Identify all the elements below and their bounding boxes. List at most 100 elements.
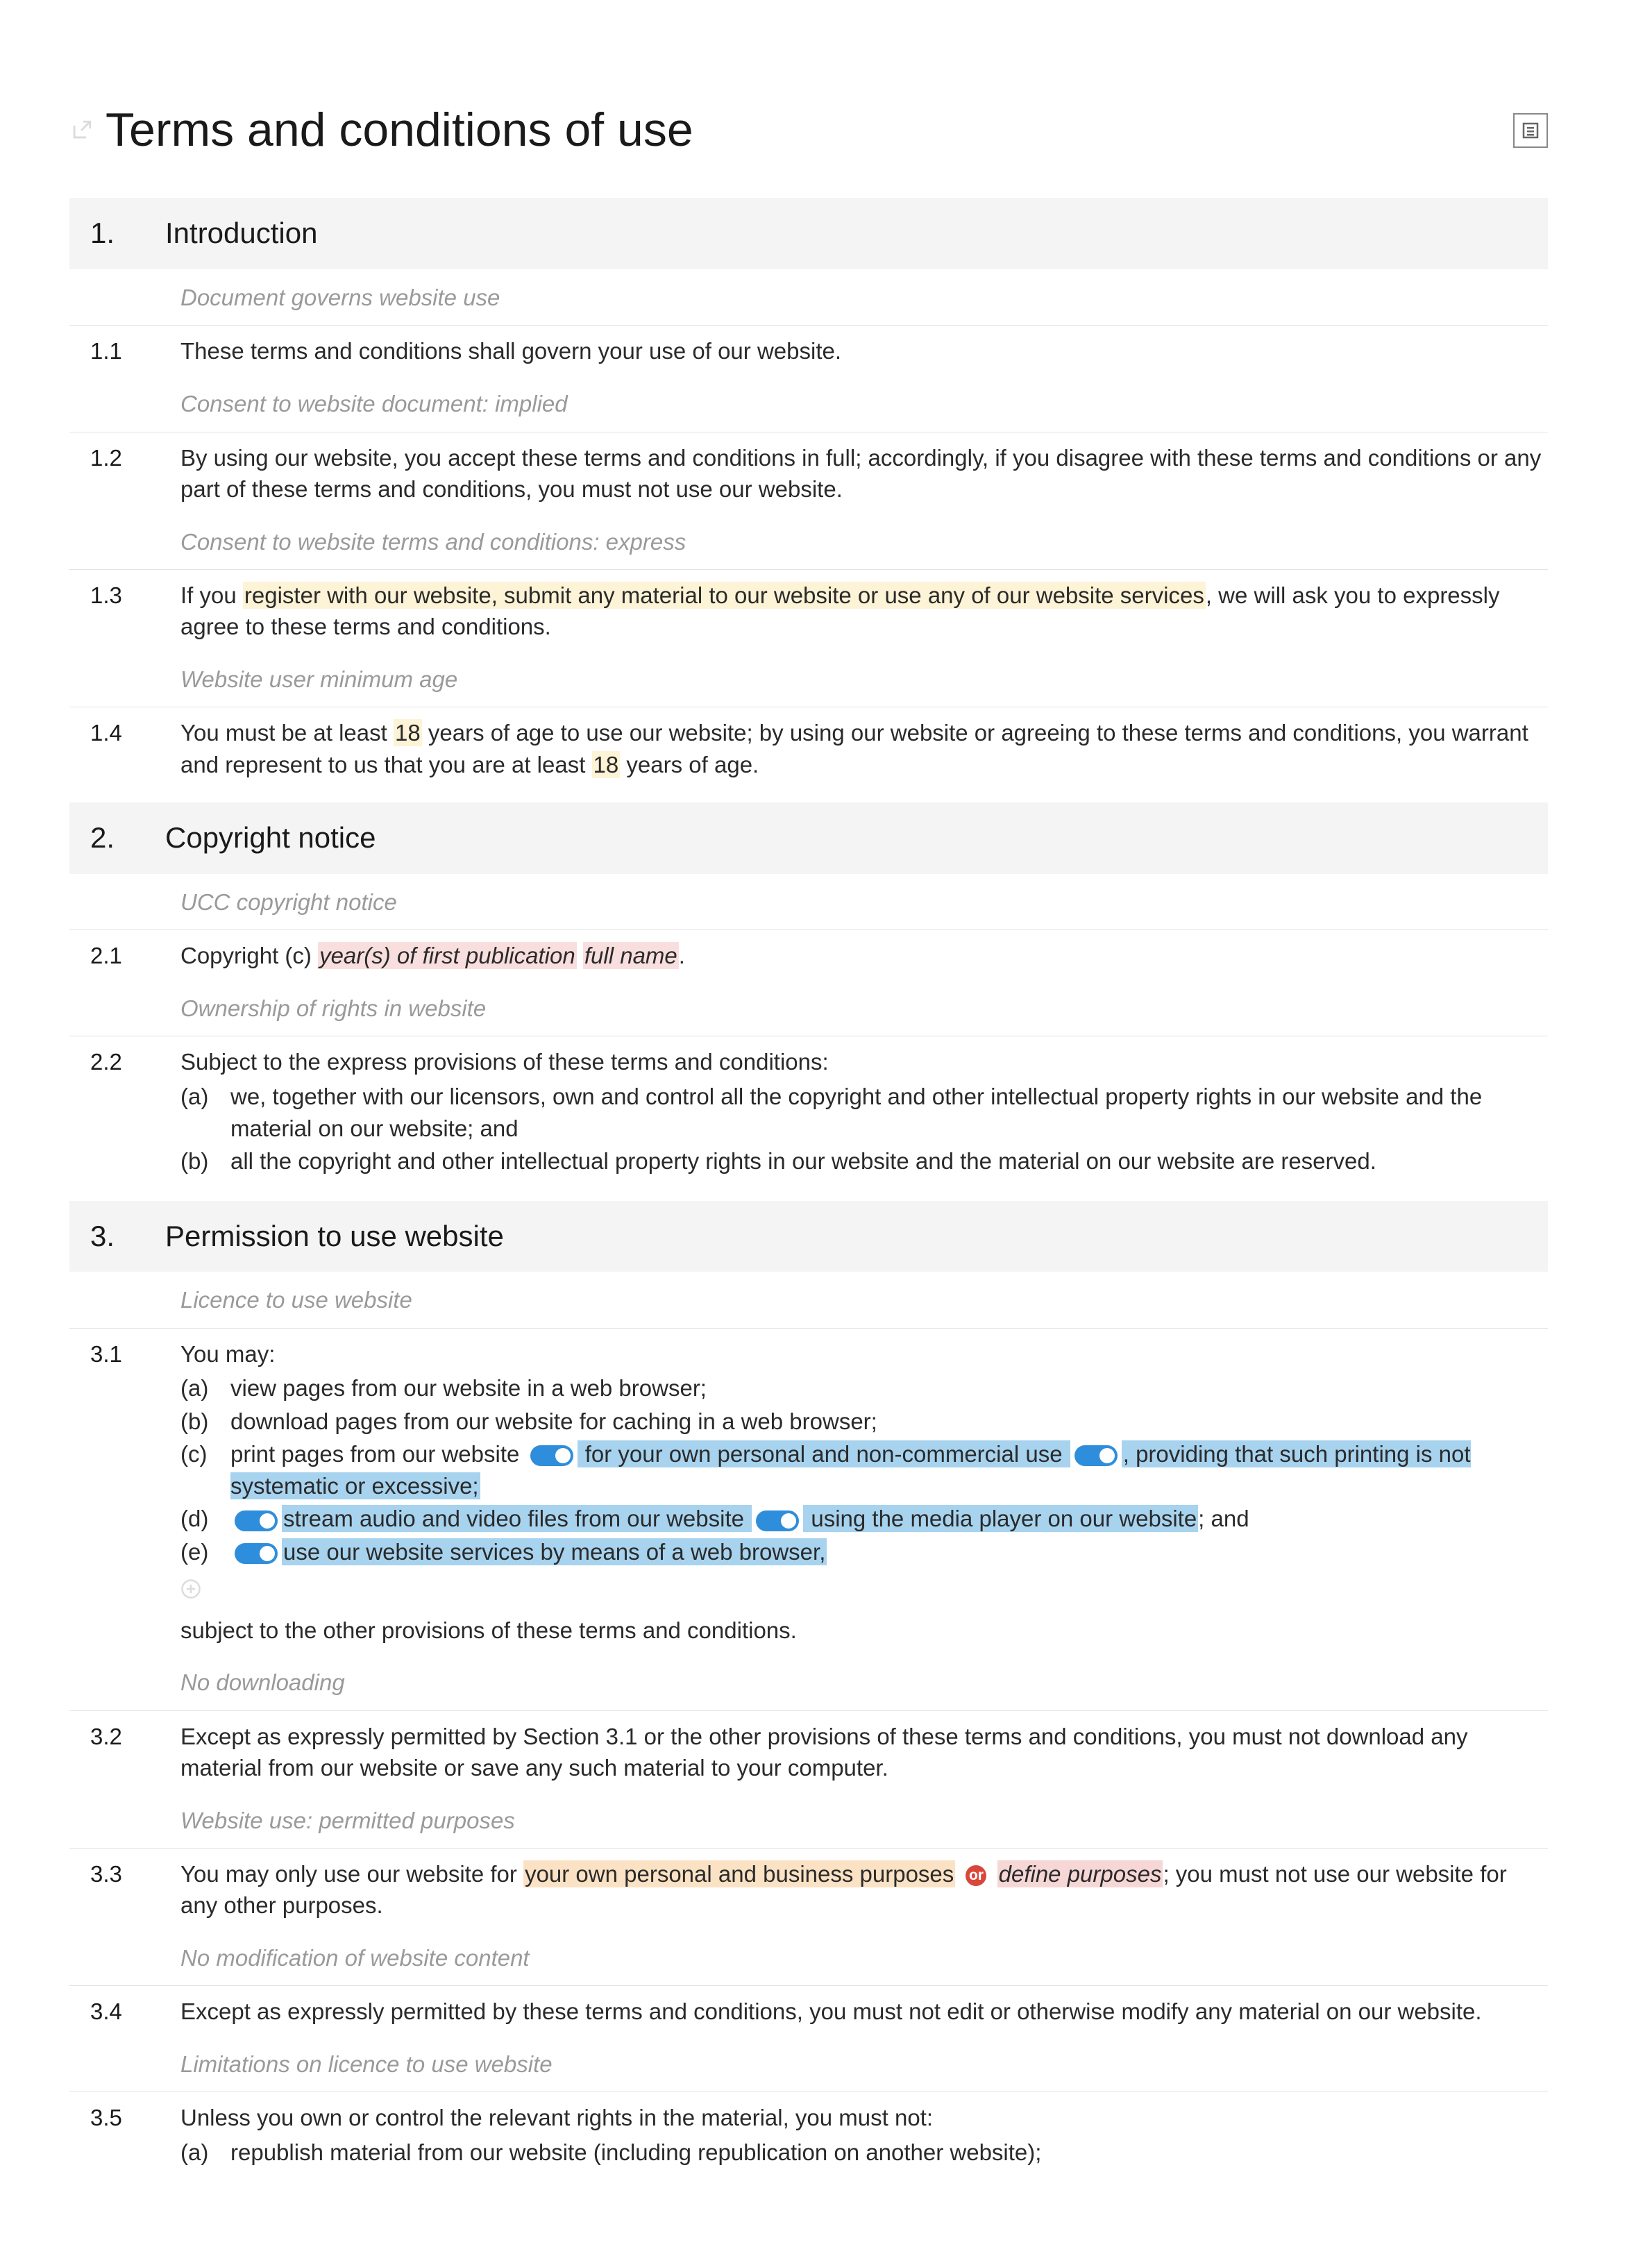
note-text: Licence to use website bbox=[180, 1287, 412, 1313]
clause: 2.2 Subject to the express provisions of … bbox=[69, 1036, 1548, 1186]
clause-body: You must be at least 18 years of age to … bbox=[180, 717, 1548, 780]
title-wrap: Terms and conditions of use bbox=[69, 97, 693, 163]
sub-text: all the copyright and other intellectual… bbox=[230, 1145, 1548, 1177]
add-icon[interactable] bbox=[180, 1579, 201, 1599]
text-run: Except as expressly permitted by these t… bbox=[180, 1998, 1482, 2024]
text-run: view pages from our website in a web bro… bbox=[230, 1375, 707, 1401]
note-text: UCC copyright notice bbox=[180, 889, 397, 915]
clause-body: You may: (a) view pages from our website i… bbox=[180, 1338, 1548, 1647]
text-run bbox=[955, 1861, 961, 1887]
sub-text: use our website services by means of a w… bbox=[230, 1536, 1548, 1568]
section-number: 2. bbox=[90, 818, 124, 859]
toggle-switch[interactable] bbox=[756, 1510, 799, 1531]
clause-body: If you register with our website, submit… bbox=[180, 580, 1548, 643]
sub-item: (a)republish material from our website (… bbox=[180, 2137, 1548, 2169]
note-text: Website user minimum age bbox=[180, 666, 457, 692]
add-item-row bbox=[180, 1576, 1548, 1608]
sub-label: (a) bbox=[180, 1372, 219, 1404]
text-run: ; and bbox=[1198, 1506, 1249, 1531]
text-run: You may: bbox=[180, 1341, 275, 1367]
toggle-switch[interactable] bbox=[235, 1543, 278, 1564]
editorial-note: Licence to use website bbox=[69, 1272, 1548, 1328]
sub-label: (e) bbox=[180, 1536, 219, 1568]
text-run: download pages from our website for cach… bbox=[230, 1408, 877, 1434]
editorial-note: Consent to website document: implied bbox=[69, 376, 1548, 432]
clause-number: 2.2 bbox=[90, 1046, 155, 1178]
clause: 1.4 You must be at least 18 years of age … bbox=[69, 707, 1548, 789]
text-run: full name bbox=[583, 942, 679, 969]
clause-number: 2.1 bbox=[90, 940, 155, 972]
sub-item: (d) stream audio and video files from our… bbox=[180, 1503, 1548, 1535]
table-of-contents-icon[interactable] bbox=[1513, 113, 1548, 148]
text-run: using the media player on our website bbox=[803, 1505, 1198, 1532]
toggle-switch[interactable] bbox=[1074, 1445, 1118, 1466]
clause-body: Unless you own or control the relevant r… bbox=[180, 2102, 1548, 2169]
note-text: Consent to website terms and conditions:… bbox=[180, 529, 686, 555]
sub-item: (b) all the copyright and other intellect… bbox=[180, 1145, 1548, 1177]
clause-number: 3.5 bbox=[90, 2102, 155, 2169]
sub-label: (a) bbox=[180, 1081, 219, 1144]
text-run: print pages from our website bbox=[230, 1441, 526, 1467]
sub-list: (a)republish material from our website (… bbox=[180, 2137, 1548, 2169]
note-text: No modification of website content bbox=[180, 1945, 530, 1971]
clause: 3.1You may:(a)view pages from our websit… bbox=[69, 1329, 1548, 1655]
text-run: register with our website, submit any ma… bbox=[243, 582, 1206, 609]
text-run: stream audio and video files from our we… bbox=[282, 1505, 752, 1532]
text-run: . bbox=[679, 943, 685, 968]
section-number: 3. bbox=[90, 1216, 124, 1257]
note-text: No downloading bbox=[180, 1669, 345, 1695]
text-run: define purposes bbox=[997, 1860, 1163, 1887]
text-run: republish material from our website (inc… bbox=[230, 2139, 1041, 2165]
text-run: all the copyright and other intellectual… bbox=[230, 1148, 1376, 1174]
section-title: Permission to use website bbox=[165, 1216, 504, 1257]
text-run: You must be at least bbox=[180, 720, 394, 746]
section-header: 2. Copyright notice bbox=[69, 802, 1548, 874]
document-header: Terms and conditions of use bbox=[69, 97, 1548, 163]
text-run: Unless you own or control the relevant r… bbox=[180, 2105, 933, 2130]
sub-item: (e) use our website services by means of … bbox=[180, 1536, 1548, 1568]
note-text: Document governs website use bbox=[180, 285, 500, 310]
text-run: for your own personal and non-commercial… bbox=[578, 1440, 1070, 1467]
sub-text: stream audio and video files from our we… bbox=[230, 1503, 1548, 1535]
external-link-icon bbox=[69, 119, 93, 142]
editorial-note: Consent to website terms and conditions:… bbox=[69, 514, 1548, 570]
clause-number: 1.3 bbox=[90, 580, 155, 643]
clause: 3.2Except as expressly permitted by Sect… bbox=[69, 1711, 1548, 1792]
sub-text: download pages from our website for cach… bbox=[230, 1406, 1548, 1438]
clause-number: 3.2 bbox=[90, 1721, 155, 1784]
section-title: Introduction bbox=[165, 213, 317, 254]
clause-body: Subject to the express provisions of the… bbox=[180, 1046, 1548, 1178]
toggle-switch[interactable] bbox=[530, 1445, 573, 1466]
editorial-note: Limitations on licence to use website bbox=[69, 2036, 1548, 2092]
text-run: Subject to the express provisions of the… bbox=[180, 1049, 829, 1075]
section: 2. Copyright notice UCC copyright notice 2.… bbox=[69, 802, 1548, 1186]
toggle-switch[interactable] bbox=[235, 1510, 278, 1531]
clause-number: 1.4 bbox=[90, 717, 155, 780]
sub-text: print pages from our website for your ow… bbox=[230, 1438, 1548, 1501]
text-run bbox=[577, 943, 583, 968]
document-body: 1.IntroductionDocument governs website u… bbox=[69, 198, 1548, 2178]
sub-label: (c) bbox=[180, 1438, 219, 1501]
text-run bbox=[991, 1861, 997, 1887]
clause-number: 3.3 bbox=[90, 1858, 155, 1921]
clause: 1.3 If you register with our website, sub… bbox=[69, 570, 1548, 651]
section-title: Copyright notice bbox=[165, 818, 376, 859]
text-run: subject to the other provisions of these… bbox=[180, 1617, 797, 1643]
editorial-note: UCC copyright notice bbox=[69, 874, 1548, 930]
editorial-note: No modification of website content bbox=[69, 1930, 1548, 1986]
sub-text: we, together with our licensors, own and… bbox=[230, 1081, 1548, 1144]
or-badge: or bbox=[966, 1865, 986, 1886]
clause-body: You may only use our website for your ow… bbox=[180, 1858, 1548, 1921]
note-text: Website use: permitted purposes bbox=[180, 1808, 515, 1833]
note-text: Ownership of rights in website bbox=[180, 995, 486, 1021]
editorial-note: No downloading bbox=[69, 1654, 1548, 1710]
section: 3. Permission to use website Licence to us… bbox=[69, 1201, 1548, 2178]
sub-label: (b) bbox=[180, 1145, 219, 1177]
clause-footer: subject to the other provisions of these… bbox=[180, 1615, 1548, 1647]
sub-item: (a) view pages from our website in a web … bbox=[180, 1372, 1548, 1404]
clause: 3.4Except as expressly permitted by thes… bbox=[69, 1986, 1548, 2036]
sub-label: (d) bbox=[180, 1503, 219, 1535]
clause: 3.3 You may only use our website for your… bbox=[69, 1849, 1548, 1930]
text-run: your own personal and business purposes bbox=[523, 1860, 955, 1887]
text-run: Copyright (c) bbox=[180, 943, 318, 968]
